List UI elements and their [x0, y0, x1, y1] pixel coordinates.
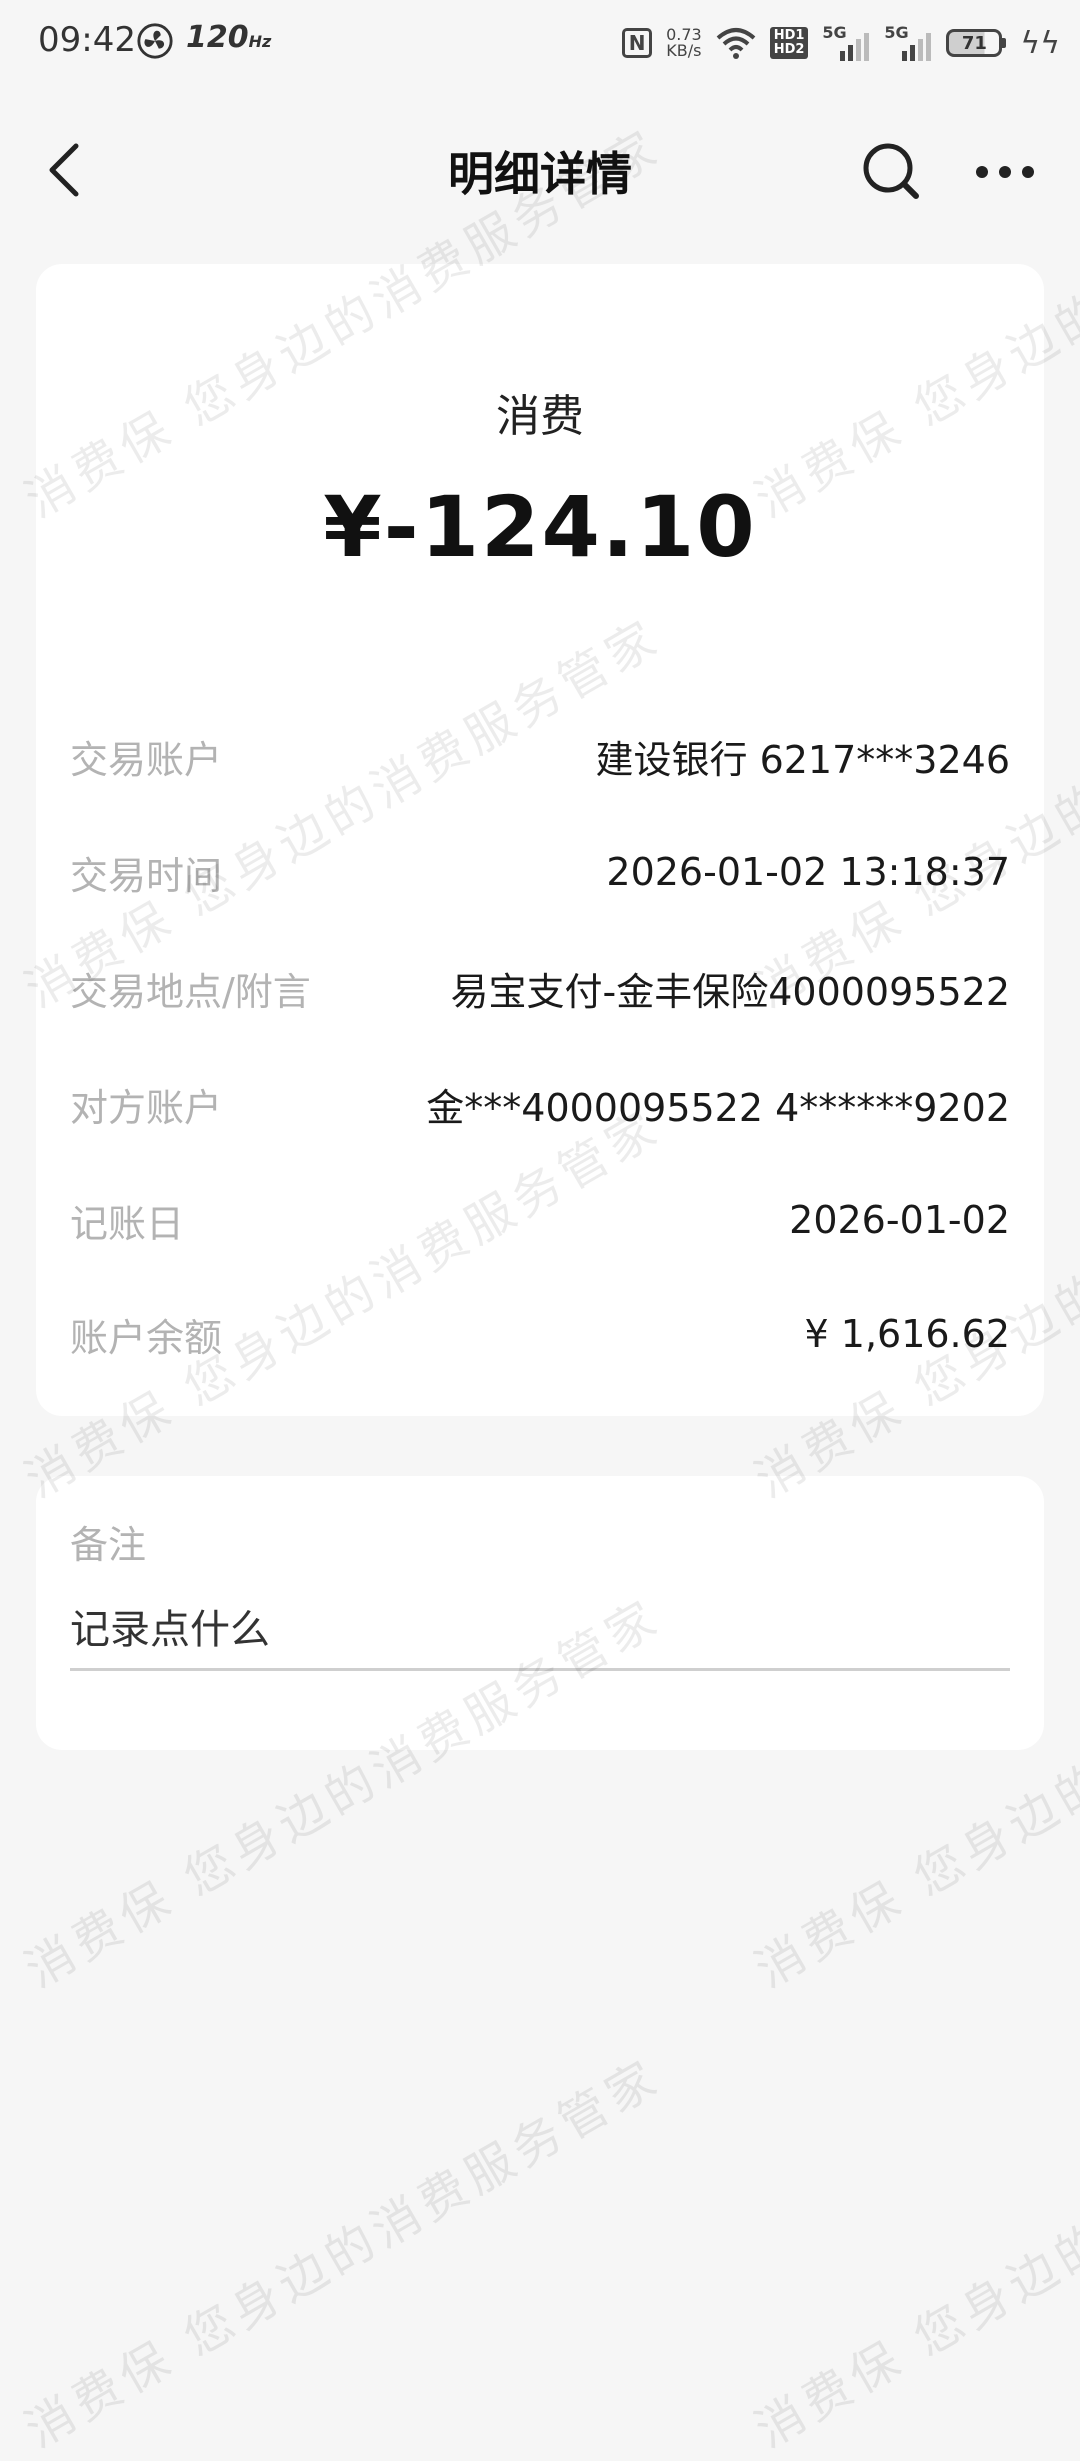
battery-icon: 71 — [946, 29, 1007, 57]
note-input[interactable] — [70, 1592, 1010, 1671]
detail-label: 账户余额 — [70, 1315, 223, 1360]
detail-label: 交易地点/附言 — [70, 969, 311, 1014]
detail-label: 记账日 — [70, 1201, 185, 1246]
detail-row-balance: 账户余额 ¥ 1,616.62 — [70, 1304, 1010, 1364]
top-navigation-bar: 明细详情 — [0, 120, 1080, 220]
detail-row-time: 交易时间 2026-01-02 13:18:37 — [70, 842, 1010, 902]
detail-label: 对方账户 — [70, 1085, 223, 1130]
detail-row-location: 交易地点/附言 易宝支付-金丰保险4000095522 — [70, 958, 1010, 1018]
detail-value: 易宝支付-金丰保险4000095522 — [450, 969, 1010, 1014]
status-bar: 09:42 120Hz N 0.73 KB/s HD1 HD2 5G 5G 71… — [0, 0, 1080, 86]
detail-label: 交易时间 — [70, 853, 223, 898]
detail-value: 金***4000095522 4******9202 — [426, 1085, 1010, 1130]
search-button[interactable] — [858, 138, 924, 204]
network-speed: 0.73 KB/s — [666, 25, 702, 60]
refresh-rate: 120Hz — [186, 20, 272, 55]
signal-sim1-icon: 5G — [822, 23, 870, 61]
detail-value: 建设银行 6217***3246 — [595, 737, 1011, 782]
charging-icon: ϟϟ — [1020, 25, 1060, 61]
note-title: 备注 — [70, 1523, 147, 1567]
nfc-icon: N — [622, 28, 653, 58]
detail-value: ¥ 1,616.62 — [804, 1312, 1010, 1356]
watermark-text: 消费保 您身边的消费服务管家 — [746, 2048, 1080, 2459]
detail-value: 2026-01-02 — [789, 1198, 1010, 1242]
wifi-icon — [716, 28, 756, 59]
search-icon — [863, 143, 919, 199]
status-time: 09:42 — [38, 20, 136, 60]
more-dots-icon — [976, 166, 1034, 178]
signal-sim2-icon: 5G — [884, 23, 932, 61]
detail-row-account: 交易账户 建设银行 6217***3246 — [70, 726, 1010, 786]
more-button[interactable] — [970, 144, 1040, 200]
detail-row-counterparty: 对方账户 金***4000095522 4******9202 — [70, 1074, 1010, 1134]
detail-label: 交易账户 — [70, 737, 223, 782]
fan-icon — [137, 23, 173, 59]
note-card: 备注 — [36, 1476, 1044, 1750]
hd-volte-icon: HD1 HD2 — [769, 27, 809, 59]
transaction-amount: ¥-124.10 — [323, 478, 757, 576]
detail-value: 2026-01-02 13:18:37 — [606, 850, 1010, 894]
transaction-type: 消费 — [496, 391, 584, 442]
transaction-detail-card: 消费 ¥-124.10 交易账户 建设银行 6217***3246 交易时间 2… — [36, 264, 1044, 1416]
detail-row-posting-date: 记账日 2026-01-02 — [70, 1190, 1010, 1250]
watermark-text: 消费保 您身边的消费服务管家 — [16, 2048, 671, 2459]
